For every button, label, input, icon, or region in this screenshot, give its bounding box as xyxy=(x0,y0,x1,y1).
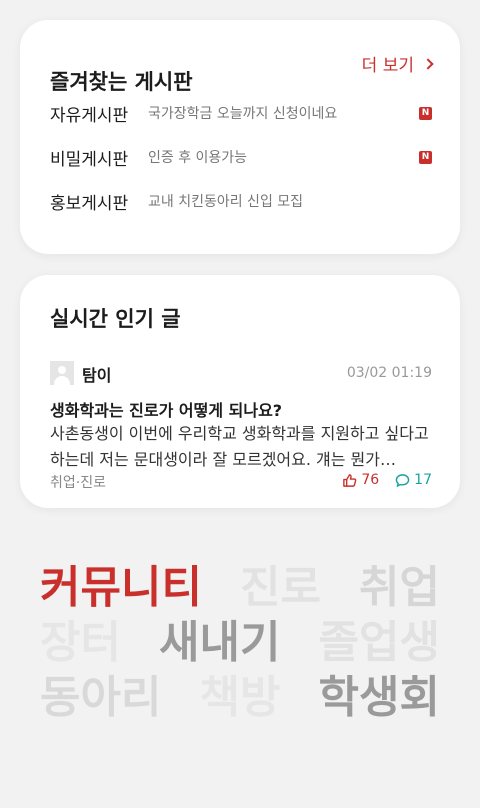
category-tags: 커뮤니티 진로 취업 장터 새내기 졸업생 동아리 책방 학생회 xyxy=(40,560,440,725)
post-author: 탐이 xyxy=(82,366,112,385)
post-time: 03/02 01:19 xyxy=(346,365,432,381)
comments-count: 17 xyxy=(414,472,432,488)
post-stats: 76 17 xyxy=(342,472,432,488)
tag-graduate: 졸업생 xyxy=(318,616,440,668)
comment-icon xyxy=(395,473,410,487)
board-name: 홍보게시판 xyxy=(50,193,129,214)
thumbs-up-icon xyxy=(343,473,357,487)
likes-stat: 76 xyxy=(342,472,379,488)
board-preview: 국가장학금 오늘까지 신청이네요 xyxy=(148,106,338,122)
avatar xyxy=(50,361,74,385)
board-row-free[interactable]: 자유게시판 국가장학금 오늘까지 신청이네요 N xyxy=(50,101,432,126)
favorite-boards-title: 즐겨찾는 게시판 xyxy=(50,70,193,94)
more-button[interactable]: 더 보기 xyxy=(361,51,434,76)
chevron-right-icon xyxy=(422,57,434,70)
board-name: 자유게시판 xyxy=(50,105,129,126)
board-preview: 교내 치킨동아리 신입 모집 xyxy=(148,194,304,210)
board-row-promo[interactable]: 홍보게시판 교내 치킨동아리 신입 모집 xyxy=(50,189,432,214)
more-label: 더 보기 xyxy=(361,56,414,76)
tag-row: 장터 새내기 졸업생 xyxy=(40,615,440,670)
comments-stat: 17 xyxy=(395,472,432,488)
post-title[interactable]: 생화학과는 진로가 어떻게 되나요? xyxy=(50,397,282,421)
post-body[interactable]: 사촌동생이 이번에 우리학교 생화학과를 지원하고 싶다고 하는데 저는 문대생… xyxy=(50,421,434,473)
popular-posts-card: 실시간 인기 글 탐이 03/02 01:19 생화학과는 진로가 어떻게 되나… xyxy=(20,275,460,508)
tag-student-council: 학생회 xyxy=(318,671,440,723)
board-row-secret[interactable]: 비밀게시판 인증 후 이용가능 N xyxy=(50,145,432,170)
new-badge: N xyxy=(419,106,432,120)
tag-market: 장터 xyxy=(40,616,121,668)
tag-club: 동아리 xyxy=(40,671,162,723)
board-preview: 인증 후 이용가능 xyxy=(148,150,248,166)
board-name: 비밀게시판 xyxy=(50,149,129,170)
likes-count: 76 xyxy=(361,472,380,488)
tag-row: 동아리 책방 학생회 xyxy=(40,670,440,725)
favorite-boards-card: 즐겨찾는 게시판 더 보기 자유게시판 국가장학금 오늘까지 신청이네요 N 비… xyxy=(20,20,460,254)
new-badge: N xyxy=(419,150,432,164)
tag-community: 커뮤니티 xyxy=(40,561,202,613)
tag-career: 진로 xyxy=(239,561,321,613)
post-category: 취업·진로 xyxy=(50,475,106,491)
tag-row: 커뮤니티 진로 취업 xyxy=(40,560,440,615)
tag-bookstore: 책방 xyxy=(199,671,281,723)
popular-posts-title: 실시간 인기 글 xyxy=(50,307,181,331)
tag-freshman: 새내기 xyxy=(159,616,281,668)
tag-employment: 취업 xyxy=(359,561,440,613)
